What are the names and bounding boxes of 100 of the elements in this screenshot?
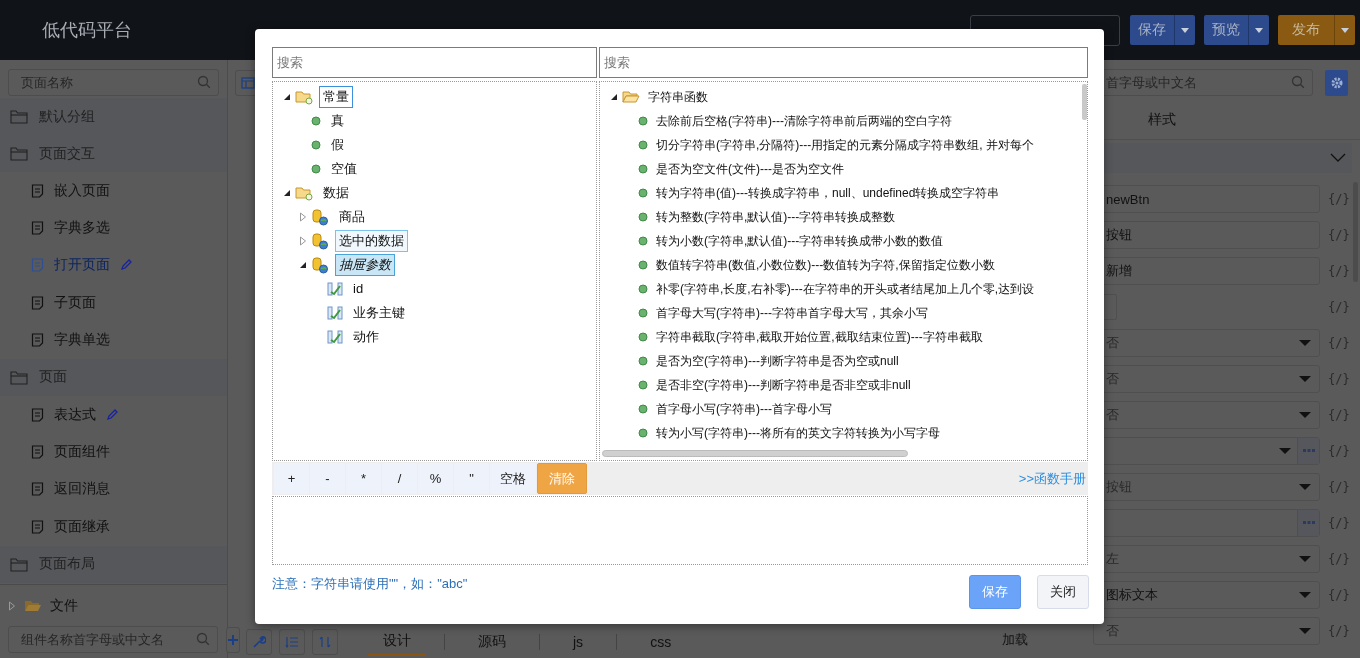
operator-button[interactable]: * — [346, 463, 381, 494]
tree-node[interactable]: 转为小写(字符串)---将所有的英文字符转换为小写字母 — [654, 422, 942, 444]
dropdown-toggle[interactable] — [1248, 15, 1269, 45]
group-row[interactable]: 页面 — [0, 358, 227, 396]
group-row[interactable]: 页面布局 — [0, 545, 227, 583]
more-button[interactable] — [1297, 510, 1319, 536]
binding-button[interactable]: {/} — [1320, 264, 1360, 278]
tree-node[interactable]: 转为字符串(值)---转换成字符串，null、undefined转换成空字符串 — [654, 182, 1002, 204]
group-row[interactable]: 页面交互 — [0, 135, 227, 172]
page-item[interactable]: 字典单选 — [0, 321, 227, 359]
editor-tab[interactable]: 源码 — [463, 629, 521, 655]
tree-node[interactable]: 商品 — [335, 206, 369, 228]
binding-button[interactable]: {/} — [1320, 372, 1360, 386]
add-button[interactable] — [226, 626, 240, 653]
binding-button[interactable]: {/} — [1320, 300, 1360, 314]
tree-node[interactable]: 假 — [327, 134, 348, 156]
tree-node[interactable]: 转为小数(字符串,默认值)---字符串转换成带小数的数值 — [654, 230, 946, 252]
binding-button[interactable]: {/} — [1320, 192, 1360, 206]
tree-node[interactable]: 切分字符串(字符串,分隔符)---用指定的元素分隔成字符串数组, 并对每个 — [654, 134, 1036, 156]
operator-button[interactable]: 空格 — [490, 463, 536, 494]
database-icon — [311, 256, 329, 274]
dot-icon — [638, 356, 648, 366]
operator-button[interactable]: % — [418, 463, 453, 494]
page-item[interactable]: 子页面 — [0, 284, 227, 322]
page-item[interactable]: 表达式 — [0, 395, 227, 434]
tree-node[interactable]: id — [349, 278, 368, 300]
search-field[interactable]: 搜索 — [272, 47, 597, 78]
function-manual-link[interactable]: >>函数手册 — [1018, 469, 1086, 488]
list-button[interactable] — [279, 629, 305, 655]
page-item[interactable]: 返回消息 — [0, 470, 227, 509]
caret-icon — [1341, 27, 1349, 33]
editor-tab[interactable]: css — [635, 630, 687, 654]
operator-button[interactable]: / — [382, 463, 417, 494]
tree-node[interactable]: 动作 — [349, 326, 383, 348]
tree-node[interactable]: 首字母小写(字符串)---首字母小写 — [654, 398, 834, 420]
page-item[interactable]: 字典多选 — [0, 209, 227, 247]
field-icon — [327, 305, 343, 321]
scrollbar[interactable] — [1082, 84, 1087, 120]
search-field[interactable]: 搜索 — [599, 47, 1088, 78]
tree-node[interactable]: 常量 — [319, 86, 353, 108]
field-icon — [327, 329, 343, 345]
binding-button[interactable]: {/} — [1320, 336, 1360, 350]
binding-button[interactable]: {/} — [1320, 516, 1360, 530]
operator-button[interactable]: + — [274, 463, 309, 494]
toolbar-button[interactable]: 保存 — [1130, 15, 1174, 45]
dot-icon — [638, 188, 648, 198]
toolbar-button[interactable]: 发布 — [1278, 15, 1334, 45]
editor-tab[interactable]: js — [558, 630, 599, 654]
page-item[interactable]: 嵌入页面 — [0, 172, 227, 210]
caret-icon — [1299, 556, 1311, 562]
tree-node[interactable]: 抽屉参数 — [335, 254, 395, 276]
toolbar-button[interactable]: 预览 — [1204, 15, 1248, 45]
tree-node[interactable]: 真 — [327, 110, 348, 132]
binding-button[interactable]: {/} — [1320, 552, 1360, 566]
save-button[interactable]: 保存 — [969, 575, 1021, 609]
clear-button[interactable]: 清除 — [537, 463, 587, 494]
binding-button[interactable]: {/} — [1320, 408, 1360, 422]
close-button[interactable]: 关闭 — [1037, 575, 1089, 609]
sort-icon — [318, 635, 332, 649]
binding-button[interactable]: {/} — [1320, 444, 1360, 458]
expression-input[interactable] — [272, 496, 1088, 565]
caret-icon — [1299, 340, 1311, 346]
tree-node[interactable]: 补零(字符串,长度,右补零)---在字符串的开头或者结尾加上几个零,达到设 — [654, 278, 1036, 300]
panel-tab[interactable]: 样式 — [1148, 110, 1176, 129]
tree-node[interactable]: 字符串函数 — [646, 86, 710, 108]
tree-node[interactable]: 选中的数据 — [335, 230, 408, 252]
table-icon — [241, 76, 255, 90]
tree-node[interactable]: 字符串截取(字符串,截取开始位置,截取结束位置)---字符串截取 — [654, 326, 985, 348]
page-item[interactable]: 页面组件 — [0, 433, 227, 471]
dropdown-toggle[interactable] — [1174, 15, 1195, 45]
tree-node[interactable]: 是否为空(字符串)---判断字符串是否为空或null — [654, 350, 901, 372]
operator-button[interactable]: - — [310, 463, 345, 494]
tree-node[interactable]: 空值 — [327, 158, 361, 180]
more-button[interactable] — [1297, 438, 1319, 464]
page-label: 字典多选 — [54, 219, 110, 238]
tree-node[interactable]: 首字母大写(字符串)---字符串首字母大写，其余小写 — [654, 302, 930, 324]
tree-node[interactable]: 文件 — [8, 594, 227, 617]
editor-tab[interactable]: 设计 — [368, 628, 426, 656]
tree-node[interactable]: 是否为空文件(文件)---是否为空文件 — [654, 158, 846, 180]
sort-button[interactable] — [312, 629, 338, 655]
binding-button[interactable]: {/} — [1320, 228, 1360, 242]
tree-node[interactable]: 数据 — [319, 182, 353, 204]
tree-node[interactable]: 去除前后空格(字符串)---清除字符串前后两端的空白字符 — [654, 110, 954, 132]
operator-button[interactable]: " — [454, 463, 489, 494]
plus-icon — [227, 633, 239, 646]
tree-node[interactable]: 是否非空(字符串)---判断字符串是否非空或非null — [654, 374, 913, 396]
binding-button[interactable]: {/} — [1320, 480, 1360, 494]
scrollbar[interactable] — [602, 450, 908, 457]
tree-node[interactable]: 转为整数(字符串,默认值)---字符串转换成整数 — [654, 206, 898, 228]
tree-node[interactable]: 数值转字符串(数值,小数位数)---数值转为字符,保留指定位数小数 — [654, 254, 997, 276]
wrench-button[interactable] — [246, 629, 272, 655]
page-item[interactable]: 页面继承 — [0, 508, 227, 546]
binding-button[interactable]: {/} — [1320, 588, 1360, 602]
dot-icon — [311, 164, 321, 174]
tree-node[interactable]: 业务主键 — [349, 302, 409, 324]
document-icon — [31, 258, 44, 273]
page-item[interactable]: 打开页面 — [0, 246, 227, 285]
dropdown-toggle[interactable] — [1334, 15, 1355, 45]
settings-button[interactable] — [1325, 69, 1348, 96]
binding-button[interactable]: {/} — [1320, 624, 1360, 638]
